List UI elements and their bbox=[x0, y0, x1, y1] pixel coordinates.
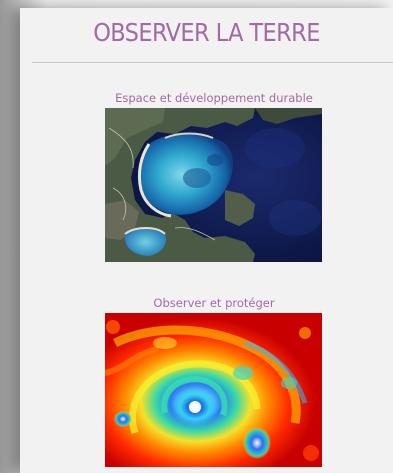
title-divider bbox=[32, 62, 393, 63]
card-label[interactable]: Espace et développement durable bbox=[105, 91, 323, 105]
card-observer-proteger[interactable]: Observer et protéger bbox=[105, 296, 323, 467]
satellite-coastline-image[interactable] bbox=[105, 108, 322, 262]
hurricane-thermal-image[interactable] bbox=[105, 313, 322, 467]
page-title: OBSERVER LA TERRE bbox=[93, 18, 320, 47]
card-espace-developpement-durable[interactable]: Espace et développement durable bbox=[105, 91, 323, 262]
card-label[interactable]: Observer et protéger bbox=[105, 296, 323, 310]
content-panel: OBSERVER LA TERRE Espace et développemen… bbox=[20, 8, 393, 473]
